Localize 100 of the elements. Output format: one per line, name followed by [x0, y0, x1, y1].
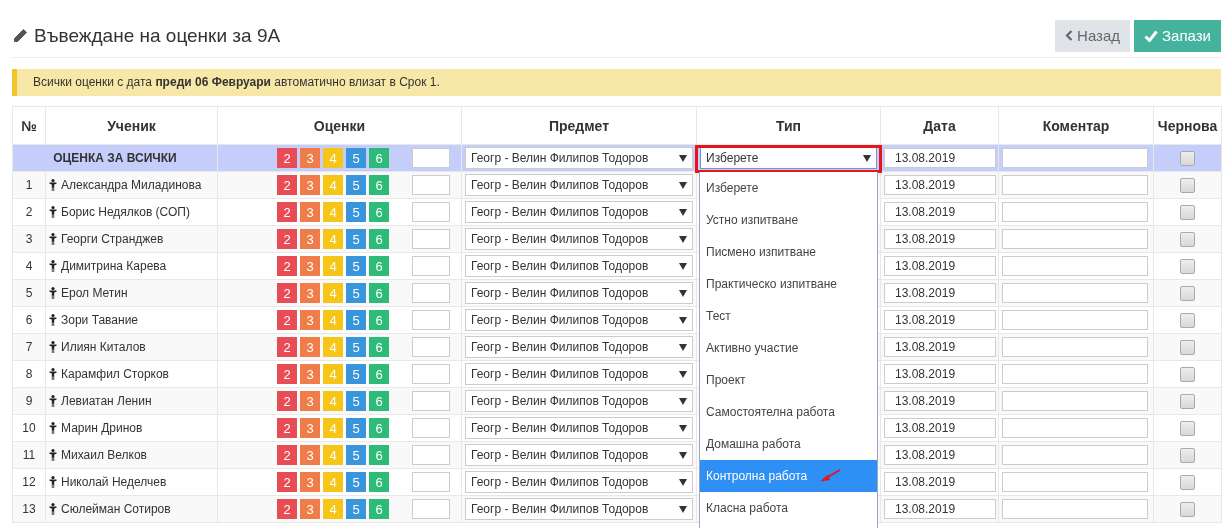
- dropdown-option[interactable]: Тест: [700, 300, 877, 332]
- grade-button[interactable]: 6: [369, 418, 389, 438]
- grade-button[interactable]: 5: [346, 310, 366, 330]
- subject-select[interactable]: Геогр - Велин Филипов Тодоров: [465, 471, 693, 493]
- comment-field[interactable]: [1002, 391, 1148, 411]
- grade-button[interactable]: 2: [277, 472, 297, 492]
- grade-button[interactable]: 6: [369, 337, 389, 357]
- grade-button[interactable]: 5: [346, 202, 366, 222]
- draft-checkbox[interactable]: [1180, 474, 1195, 490]
- grade-button[interactable]: 5: [346, 337, 366, 357]
- grade-button[interactable]: 3: [300, 364, 320, 384]
- grade-button[interactable]: 3: [300, 229, 320, 249]
- grade-button[interactable]: 6: [369, 472, 389, 492]
- grade-button[interactable]: 3: [300, 175, 320, 195]
- grade-input[interactable]: [412, 391, 450, 411]
- grade-button[interactable]: 2: [277, 337, 297, 357]
- subject-select[interactable]: Геогр - Велин Филипов Тодоров: [465, 255, 693, 277]
- subject-select[interactable]: Геогр - Велин Филипов Тодоров: [465, 336, 693, 358]
- draft-checkbox[interactable]: [1180, 150, 1195, 166]
- grade-button[interactable]: 6: [369, 202, 389, 222]
- grade-input[interactable]: [412, 202, 450, 222]
- grade-button[interactable]: 4: [323, 391, 343, 411]
- grade-button[interactable]: 6: [369, 256, 389, 276]
- grade-button[interactable]: 4: [323, 310, 343, 330]
- grade-button[interactable]: 3: [300, 256, 320, 276]
- grade-button[interactable]: 3: [300, 391, 320, 411]
- grade-button[interactable]: 2: [277, 148, 297, 168]
- grade-button[interactable]: 6: [369, 391, 389, 411]
- date-field[interactable]: 13.08.2019: [884, 364, 996, 384]
- comment-field[interactable]: [1002, 418, 1148, 438]
- subject-select[interactable]: Геогр - Велин Филипов Тодоров: [465, 363, 693, 385]
- dropdown-option[interactable]: Проект: [700, 364, 877, 396]
- grade-button[interactable]: 5: [346, 148, 366, 168]
- grade-button[interactable]: 5: [346, 472, 366, 492]
- subject-select[interactable]: Геогр - Велин Филипов Тодоров: [465, 444, 693, 466]
- grade-button[interactable]: 4: [323, 472, 343, 492]
- dropdown-option[interactable]: Активно участие: [700, 332, 877, 364]
- grade-button[interactable]: 5: [346, 256, 366, 276]
- grade-button[interactable]: 5: [346, 364, 366, 384]
- date-field[interactable]: 13.08.2019: [884, 445, 996, 465]
- grade-button[interactable]: 2: [277, 391, 297, 411]
- grade-button[interactable]: 6: [369, 310, 389, 330]
- comment-field[interactable]: [1002, 202, 1148, 222]
- grade-button[interactable]: 6: [369, 364, 389, 384]
- subject-select[interactable]: Геогр - Велин Филипов Тодоров: [465, 201, 693, 223]
- grade-button[interactable]: 3: [300, 148, 320, 168]
- grade-button[interactable]: 4: [323, 283, 343, 303]
- grade-button[interactable]: 6: [369, 229, 389, 249]
- subject-select[interactable]: Геогр - Велин Филипов Тодоров: [465, 417, 693, 439]
- grade-button[interactable]: 4: [323, 445, 343, 465]
- comment-field[interactable]: [1002, 499, 1148, 519]
- date-field[interactable]: 13.08.2019: [884, 148, 996, 168]
- dropdown-option[interactable]: Класна работа: [700, 492, 877, 524]
- dropdown-option[interactable]: Устно изпитване: [700, 204, 877, 236]
- grade-button[interactable]: 4: [323, 202, 343, 222]
- comment-field[interactable]: [1002, 337, 1148, 357]
- grade-input[interactable]: [412, 310, 450, 330]
- grade-input[interactable]: [412, 472, 450, 492]
- grade-button[interactable]: 2: [277, 256, 297, 276]
- grade-button[interactable]: 2: [277, 418, 297, 438]
- subject-select[interactable]: Геогр - Велин Филипов Тодоров: [465, 282, 693, 304]
- grade-button[interactable]: 3: [300, 472, 320, 492]
- draft-checkbox[interactable]: [1180, 339, 1195, 355]
- grade-button[interactable]: 3: [300, 202, 320, 222]
- type-select[interactable]: Изберете: [700, 147, 877, 169]
- grade-button[interactable]: 3: [300, 337, 320, 357]
- comment-field[interactable]: [1002, 472, 1148, 492]
- grade-button[interactable]: 6: [369, 499, 389, 519]
- grade-button[interactable]: 5: [346, 229, 366, 249]
- save-button[interactable]: Запази: [1134, 19, 1221, 52]
- grade-button[interactable]: 2: [277, 310, 297, 330]
- grade-button[interactable]: 3: [300, 445, 320, 465]
- grade-button[interactable]: 3: [300, 418, 320, 438]
- subject-select[interactable]: Геогр - Велин Филипов Тодоров: [465, 147, 693, 169]
- comment-field[interactable]: [1002, 310, 1148, 330]
- grade-button[interactable]: 6: [369, 445, 389, 465]
- draft-checkbox[interactable]: [1180, 393, 1195, 409]
- date-field[interactable]: 13.08.2019: [884, 175, 996, 195]
- dropdown-option[interactable]: Домашна работа: [700, 428, 877, 460]
- date-field[interactable]: 13.08.2019: [884, 472, 996, 492]
- comment-field[interactable]: [1002, 229, 1148, 249]
- grade-input[interactable]: [412, 256, 450, 276]
- grade-button[interactable]: 4: [323, 148, 343, 168]
- grade-button[interactable]: 2: [277, 175, 297, 195]
- dropdown-option[interactable]: Практическо изпитване: [700, 268, 877, 300]
- grade-button[interactable]: 5: [346, 445, 366, 465]
- date-field[interactable]: 13.08.2019: [884, 418, 996, 438]
- subject-select[interactable]: Геогр - Велин Филипов Тодоров: [465, 390, 693, 412]
- grade-button[interactable]: 6: [369, 175, 389, 195]
- comment-field[interactable]: [1002, 364, 1148, 384]
- comment-field[interactable]: [1002, 283, 1148, 303]
- date-field[interactable]: 13.08.2019: [884, 391, 996, 411]
- date-field[interactable]: 13.08.2019: [884, 256, 996, 276]
- grade-button[interactable]: 4: [323, 499, 343, 519]
- comment-field[interactable]: [1002, 445, 1148, 465]
- grade-button[interactable]: 4: [323, 364, 343, 384]
- dropdown-option[interactable]: Контролна работа: [700, 460, 877, 492]
- draft-checkbox[interactable]: [1180, 366, 1195, 382]
- grade-input[interactable]: [412, 229, 450, 249]
- draft-checkbox[interactable]: [1180, 447, 1195, 463]
